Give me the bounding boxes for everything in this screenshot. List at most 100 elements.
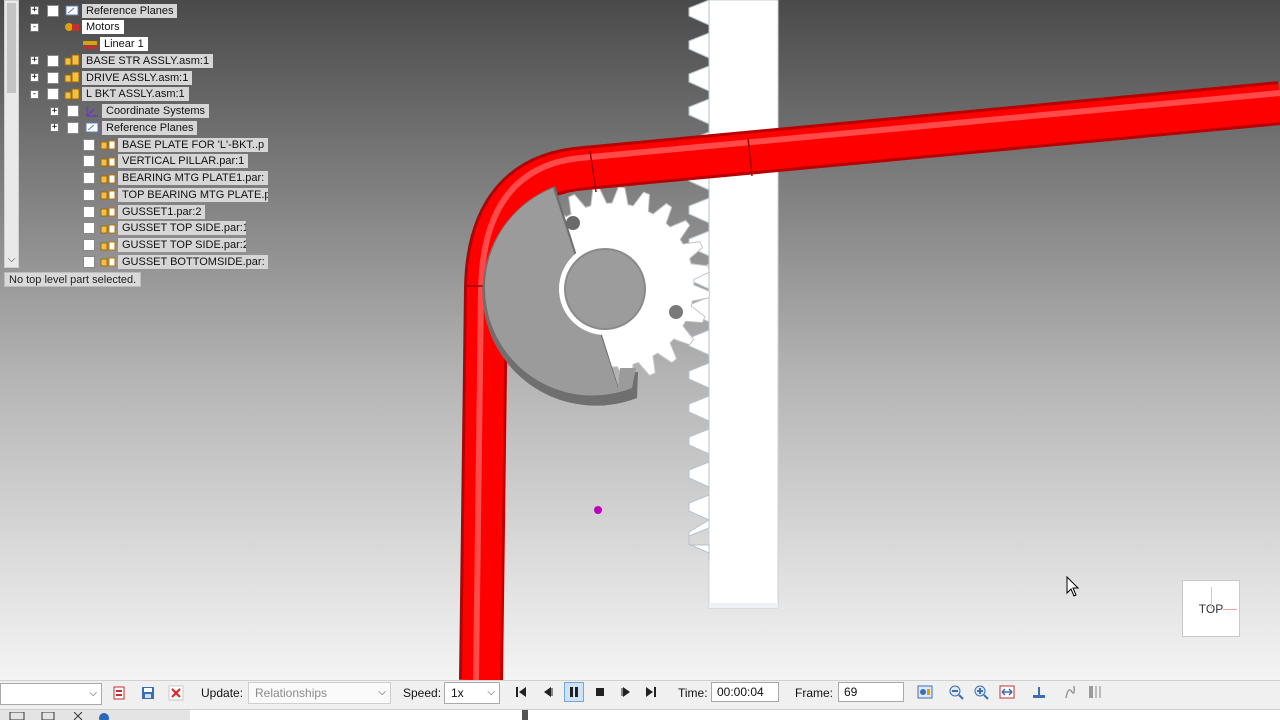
tree-status-text: No top level part selected. — [4, 272, 142, 287]
tree-item[interactable]: + Coordinate Systems — [50, 104, 210, 119]
tree-item-checkbox[interactable] — [83, 172, 95, 184]
new-animation-icon — [113, 686, 125, 700]
tree-item-label: TOP BEARING MTG PLATE.p — [118, 187, 268, 202]
play-reverse-button[interactable] — [537, 682, 557, 702]
tree-scrollbar-thumb[interactable] — [7, 3, 16, 93]
tree-item-label: Reference Planes — [102, 120, 198, 135]
tree-scrollbar[interactable]: ⌵ — [4, 0, 19, 268]
tree-item-label: BASE STR ASSLY.asm:1 — [82, 53, 214, 68]
tree-item-checkbox[interactable] — [83, 255, 95, 268]
tree-item[interactable]: GUSSET1.par:2 — [66, 204, 206, 219]
tree-item[interactable]: + Reference Planes — [50, 120, 198, 135]
tree-item[interactable]: + Reference Planes — [30, 3, 178, 18]
expand-icon[interactable]: + — [30, 56, 39, 66]
motors-icon — [65, 22, 79, 31]
play-forward-button[interactable] — [617, 682, 637, 702]
time-field[interactable]: 00:00:04 — [711, 682, 779, 702]
zoom-in-button[interactable] — [971, 682, 991, 702]
pause-button[interactable] — [564, 682, 584, 702]
disc-bolt-1 — [566, 216, 580, 230]
tree-item[interactable]: - Motors — [30, 20, 124, 35]
mouse-cursor-icon — [1066, 576, 1080, 597]
tree-item[interactable]: BASE PLATE FOR 'L'-BKT..p — [66, 137, 268, 152]
tree-item-checkbox[interactable] — [83, 205, 95, 218]
play-reverse-icon — [544, 687, 553, 697]
view-cube[interactable]: TOP — [1182, 580, 1240, 637]
tree-item-checkbox[interactable] — [47, 71, 59, 84]
tree-item-checkbox[interactable] — [67, 121, 79, 134]
tree-item[interactable]: GUSSET TOP SIDE.par:1 — [66, 221, 246, 236]
tree-item-label: GUSSET TOP SIDE.par:2 — [118, 238, 246, 252]
tree-item-checkbox[interactable] — [47, 54, 59, 67]
tree-item-checkbox[interactable] — [83, 222, 95, 235]
assembly-icon — [64, 54, 80, 66]
view-cube-x-axis — [1223, 609, 1237, 610]
scroll-down-arrow-icon[interactable]: ⌵ — [5, 254, 18, 265]
timeline-track[interactable] — [190, 710, 1280, 720]
animation-name-select[interactable]: ⌵ — [0, 683, 102, 705]
tree-item[interactable]: + BASE STR ASSLY.asm:1 — [30, 53, 214, 68]
stop-button[interactable] — [590, 682, 610, 702]
close-icon — [168, 685, 184, 701]
tree-item-label: Reference Planes — [82, 3, 178, 18]
animation-settings-button[interactable] — [915, 682, 935, 702]
tree-item[interactable]: GUSSET TOP SIDE.par:2 — [66, 238, 246, 253]
collapse-icon[interactable]: - — [30, 89, 39, 99]
magenta-point — [594, 506, 602, 514]
timeline-marker[interactable] — [522, 710, 528, 720]
update-label: Update: — [201, 686, 244, 700]
tree-item[interactable]: TOP BEARING MTG PLATE.p — [66, 187, 268, 202]
skip-end-icon — [646, 687, 656, 697]
collapse-icon[interactable]: - — [30, 22, 39, 32]
panel-toggle-button[interactable] — [1085, 682, 1105, 702]
tree-item-checkbox[interactable] — [83, 155, 95, 168]
zoom-out-button[interactable] — [946, 682, 966, 702]
fit-view-icon — [999, 685, 1015, 699]
part-icon — [100, 174, 116, 183]
tree-item[interactable]: BEARING MTG PLATE1.par: — [66, 171, 268, 186]
curve-button[interactable] — [1060, 682, 1080, 702]
tree-item[interactable]: + DRIVE ASSLY.asm:1 — [30, 70, 193, 85]
speed-label: Speed: — [403, 686, 442, 700]
speed-select[interactable]: 1x ⌵ — [444, 682, 500, 704]
curve-icon — [1065, 685, 1075, 699]
timeline-button[interactable] — [1029, 682, 1049, 702]
delete-animation-button[interactable] — [166, 683, 186, 703]
panel-toggle-icon — [1089, 686, 1101, 698]
reference-planes-icon — [85, 122, 99, 133]
expand-icon[interactable]: + — [30, 73, 39, 82]
stop-icon — [596, 688, 604, 696]
tree-item-checkbox[interactable] — [83, 138, 95, 151]
expand-icon[interactable]: + — [50, 106, 59, 116]
tree-item-label: VERTICAL PILLAR.par:1 — [118, 154, 249, 169]
frame-label: Frame: — [795, 686, 834, 700]
expand-icon[interactable]: + — [30, 6, 39, 15]
go-to-start-button[interactable] — [511, 682, 531, 702]
update-mode-select[interactable]: Relationships ⌵ — [248, 682, 391, 704]
frame-field[interactable]: 69 — [838, 682, 904, 702]
update-mode-value: Relationships — [255, 686, 328, 700]
zoom-out-icon — [949, 685, 964, 700]
tree-item[interactable]: Linear 1 — [48, 37, 148, 52]
disc-bolt-2 — [669, 305, 683, 319]
tree-item[interactable]: VERTICAL PILLAR.par:1 — [66, 154, 249, 169]
save-animation-button[interactable] — [138, 683, 158, 703]
tree-item-checkbox[interactable] — [67, 105, 79, 117]
new-animation-button[interactable] — [109, 683, 129, 703]
tree-item-label: DRIVE ASSLY.asm:1 — [82, 70, 193, 85]
expand-icon[interactable]: + — [50, 123, 59, 133]
tree-item-checkbox[interactable] — [83, 239, 95, 251]
go-to-end-button[interactable] — [641, 682, 661, 702]
tree-item[interactable]: GUSSET BOTTOMSIDE.par: — [66, 254, 268, 269]
tree-item-checkbox[interactable] — [47, 4, 59, 17]
fit-view-button[interactable] — [997, 682, 1017, 702]
play-forward-icon — [621, 687, 630, 697]
bottom-tools-icons — [9, 712, 109, 720]
tree-item-label: GUSSET TOP SIDE.par:1 — [118, 221, 246, 236]
tree-item-checkbox[interactable] — [47, 88, 59, 101]
tree-item[interactable]: - L BKT ASSLY.asm:1 — [30, 87, 189, 102]
tree-item-label: L BKT ASSLY.asm:1 — [82, 87, 189, 102]
tree-item-checkbox[interactable] — [83, 188, 95, 201]
part-icon — [100, 157, 116, 167]
skip-start-icon — [516, 687, 526, 697]
